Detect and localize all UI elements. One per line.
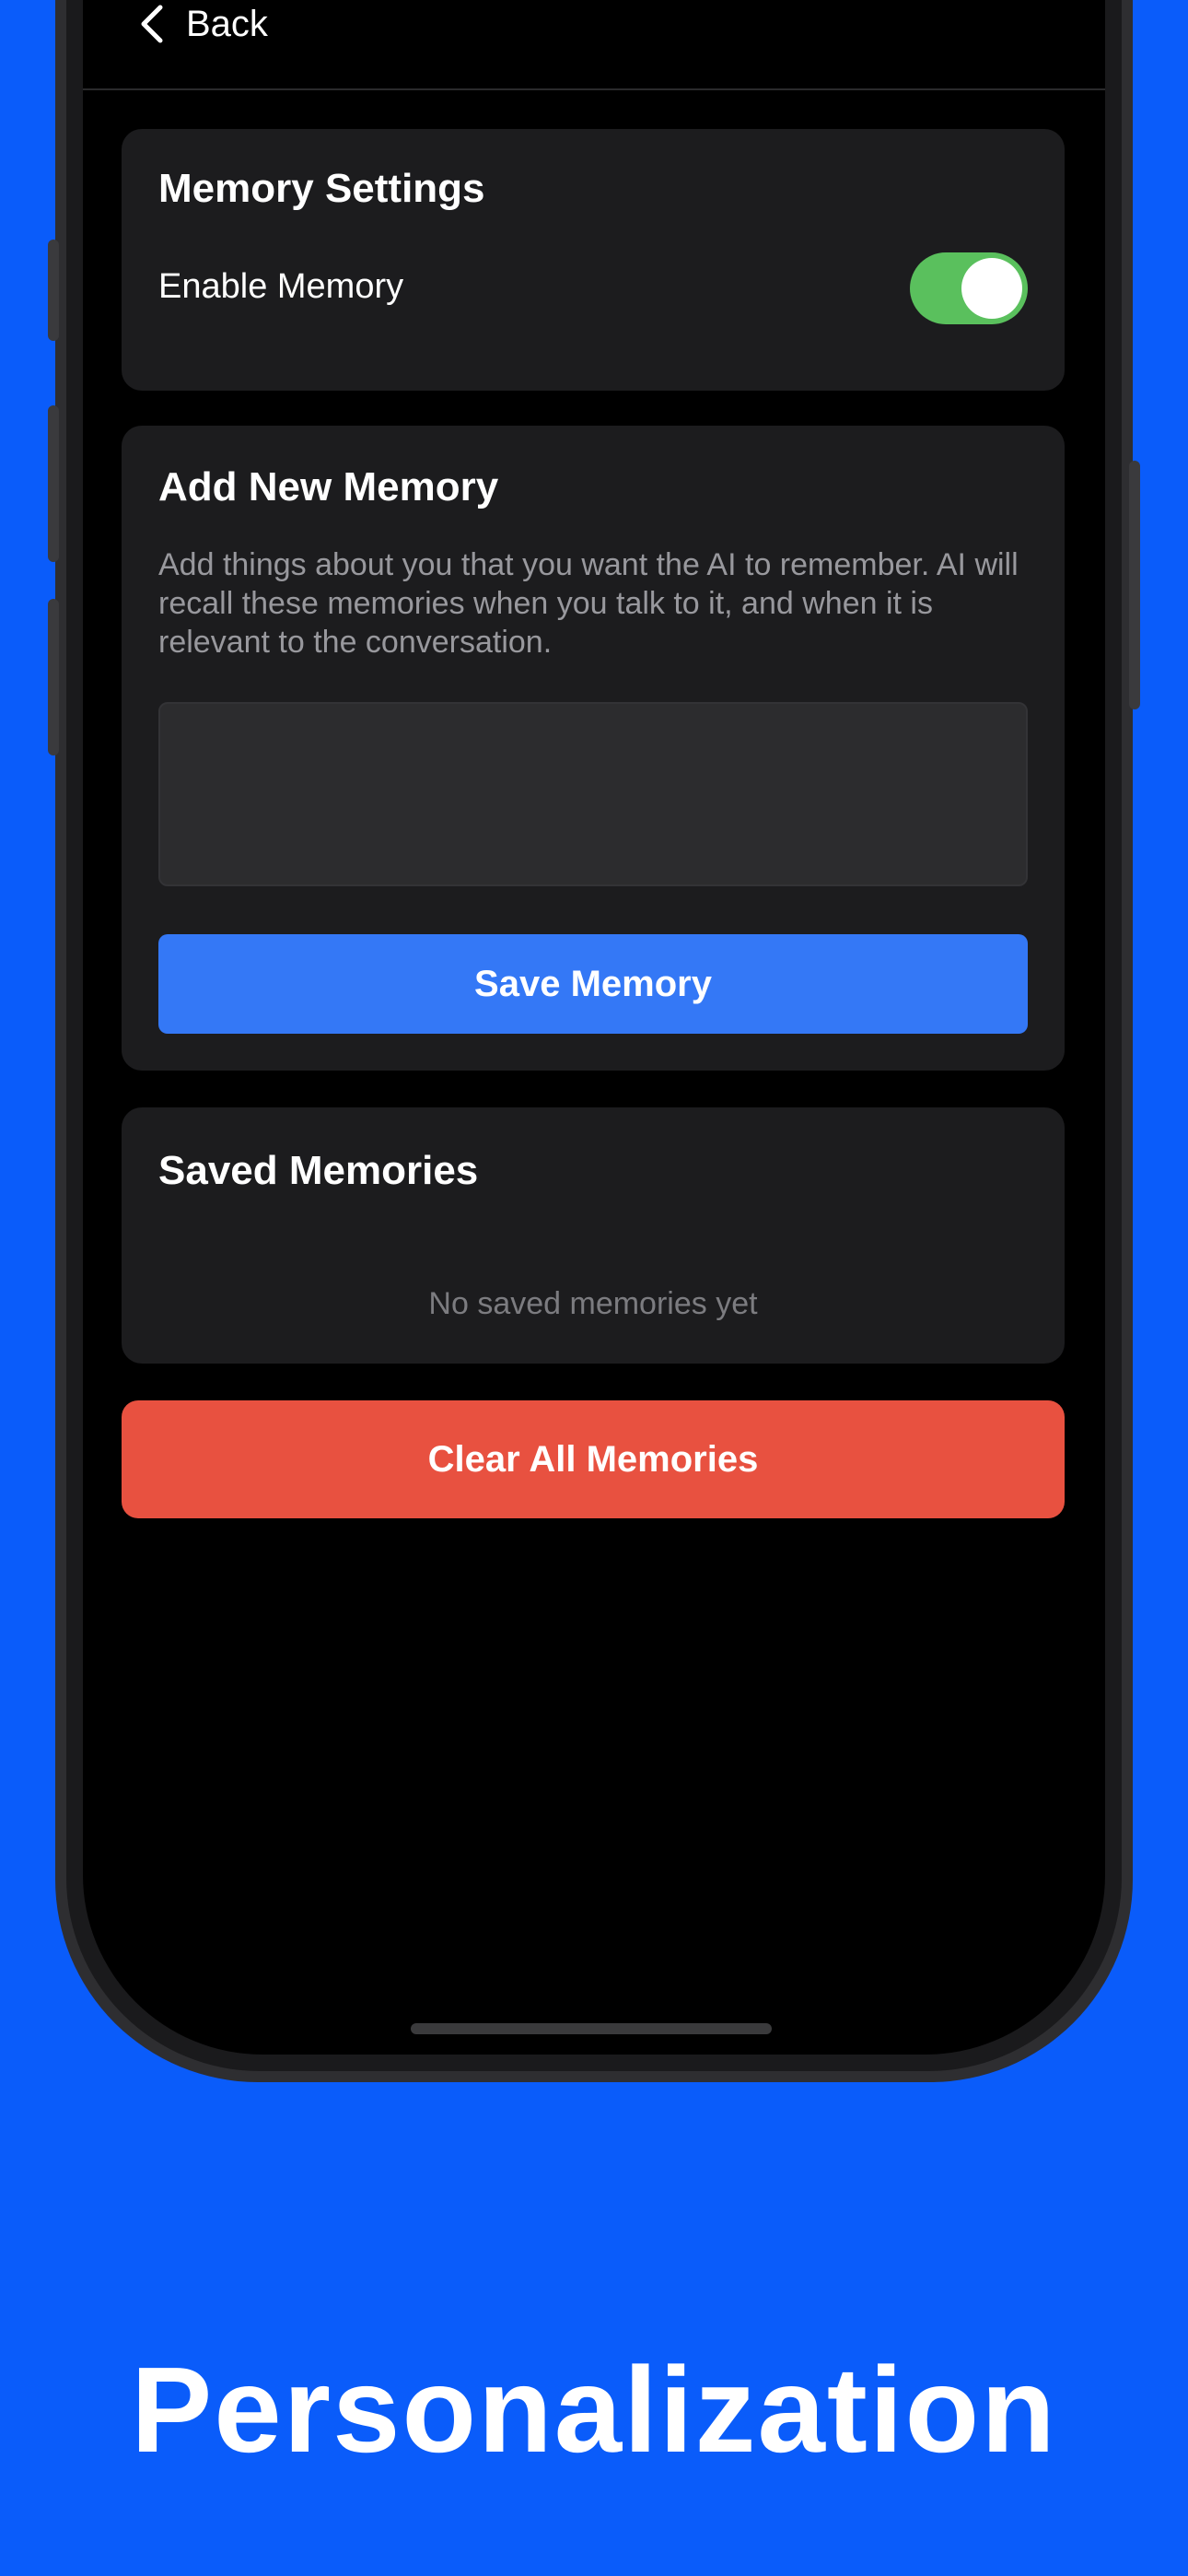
phone-volume-up-button (48, 405, 59, 562)
save-memory-button[interactable]: Save Memory (158, 934, 1028, 1034)
phone-bezel: Back Memory Settings Enable Memory Add N… (66, 0, 1122, 2071)
clear-all-memories-button[interactable]: Clear All Memories (122, 1400, 1065, 1518)
empty-memories-text: No saved memories yet (428, 1286, 758, 1321)
back-label: Back (186, 3, 268, 44)
enable-memory-label: Enable Memory (158, 267, 404, 306)
back-button[interactable]: Back (138, 0, 268, 48)
toggle-knob (961, 258, 1022, 319)
phone-power-button (1129, 461, 1140, 709)
memory-settings-title: Memory Settings (158, 166, 485, 211)
chevron-left-icon (141, 5, 163, 43)
memory-input[interactable] (158, 702, 1028, 886)
add-memory-card: Add New Memory Add things about you that… (122, 426, 1065, 1071)
phone-screen: Back Memory Settings Enable Memory Add N… (83, 0, 1105, 2055)
phone-volume-down-button (48, 599, 59, 755)
phone-action-button (48, 240, 59, 341)
saved-memories-card: Saved Memories No saved memories yet (122, 1107, 1065, 1364)
tagline: Personalization (131, 2342, 1057, 2477)
navigation-bar: Back (83, 0, 1105, 90)
saved-memories-title: Saved Memories (158, 1148, 479, 1193)
phone-frame: Back Memory Settings Enable Memory Add N… (48, 0, 1140, 2082)
enable-memory-toggle[interactable] (910, 252, 1028, 324)
home-indicator (411, 2023, 772, 2034)
add-memory-description: Add things about you that you want the A… (158, 547, 1019, 660)
memory-settings-card: Memory Settings Enable Memory (122, 129, 1065, 391)
add-memory-title: Add New Memory (158, 464, 499, 509)
